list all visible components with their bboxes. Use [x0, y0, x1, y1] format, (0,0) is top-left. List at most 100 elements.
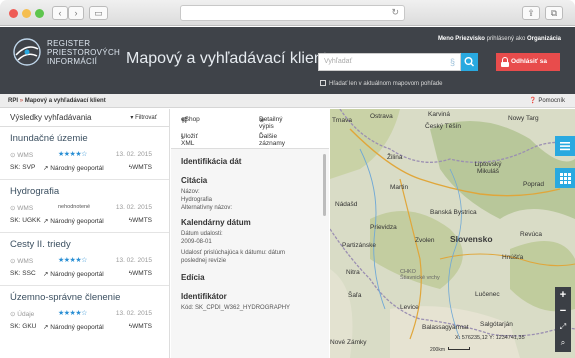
map-label: Nádašd [335, 201, 358, 208]
section-citation: Citácia [181, 176, 208, 185]
map-label: Žilina [387, 154, 403, 161]
checkbox-label: Hľadať len v aktuálnom mapovom pohľade [329, 81, 443, 87]
result-code: SK: SSC [10, 270, 36, 277]
user-info: Meno Priezvisko prihlásený ako Organizác… [438, 36, 561, 42]
result-item[interactable]: Cesty II. triedy ⊙ WMS ★★★★☆ 13. 02. 2015 … [0, 233, 169, 286]
result-item[interactable]: Inundačné územie ⊙ WMS ★★★★☆ 13. 02. 2015 … [0, 127, 169, 180]
geoportal-link[interactable]: ↗ Národný geoportál [43, 217, 104, 225]
checkbox-icon[interactable] [320, 80, 326, 86]
logo-text: REGISTER PRIESTOROVÝCH INFORMÁCIÍ [47, 39, 120, 66]
details-panel: 🛒︎ eShop ⊗ Detailný výpis ⤓ Uložiť XML ·… [171, 109, 329, 358]
filter-button[interactable]: ▾ Filtrovať [130, 109, 157, 127]
event-description: Udalosť prislúchajúca k dátumu: dátum po… [181, 250, 285, 264]
map-label: Prievidza [370, 224, 397, 231]
wmts-link[interactable]: ϟWMTS [129, 164, 152, 171]
logout-button[interactable]: Odhlásiť sa [496, 53, 560, 71]
result-type: WMS [17, 152, 34, 159]
geoportal-link[interactable]: ↗ Národný geoportál [43, 164, 104, 172]
zoom-in-button[interactable]: + [555, 287, 571, 303]
map-coordinates: X: 576235,12 Y: 1234741,35 [455, 335, 525, 341]
result-title[interactable]: Inundačné územie [10, 133, 169, 144]
hamburger-icon [560, 142, 570, 151]
map-label: Zvolen [415, 237, 435, 244]
wmts-link[interactable]: ϟWMTS [129, 323, 152, 330]
map-label: Nové Zámky [330, 339, 367, 346]
wmts-link[interactable]: ϟWMTS [129, 217, 152, 224]
result-date: 13. 02. 2015 [115, 151, 152, 158]
result-item[interactable]: Hydrografia ⊙ WMS nehodnotené 13. 02. 2015… [0, 180, 169, 233]
result-item[interactable]: Územno-správne členenie ⊙ Údaje ★★★★☆ 13. … [0, 286, 169, 339]
map-label: Trnava [332, 117, 352, 124]
breadcrumb-root[interactable]: RPI [8, 98, 18, 104]
fullscreen-icon[interactable]: ⤢ [555, 319, 571, 335]
search-input[interactable]: Vyhľadať § [318, 53, 461, 71]
map-label: CHKO Štiavnické vrchy [400, 269, 440, 281]
search-clear-icon[interactable]: § [450, 57, 455, 67]
result-title[interactable]: Hydrografia [10, 186, 169, 197]
maximize-window-dot[interactable] [35, 9, 44, 18]
scale-bar [448, 347, 471, 350]
forward-icon[interactable]: › [68, 6, 84, 20]
result-type: Údaje [17, 311, 35, 318]
logout-label: Odhlásiť sa [511, 58, 547, 65]
zoom-out-button[interactable]: − [555, 303, 571, 319]
user-name[interactable]: Meno Priezvisko [438, 36, 485, 42]
browser-window: ‹ › ▭ ↻ ⇪ ⧉ REGISTER PRIESTOROVÝCH INFOR… [0, 0, 575, 358]
logo-line-1: REGISTER [47, 39, 91, 48]
result-title[interactable]: Územno-správne členenie [10, 292, 169, 303]
result-code: SK: GKU [10, 323, 37, 330]
map-label: Nowy Targ [508, 115, 539, 122]
results-header: Výsledky vyhľadávania ▾ Filtrovať [0, 109, 169, 127]
rating-stars[interactable]: ★★★★☆ [58, 309, 87, 317]
zoom-search-icon[interactable]: ⌕ [555, 335, 571, 351]
breadcrumb: RPI » Mapový a vyhľadávací klient ❓ Pomo… [0, 94, 575, 108]
rating-stars[interactable]: ★★★★☆ [58, 256, 87, 264]
result-date: 13. 02. 2015 [115, 257, 152, 264]
sidebar-icon[interactable]: ▭ [89, 6, 108, 20]
result-code: SK: SVP [10, 164, 36, 171]
map-label: Salgótarján [480, 321, 513, 328]
back-icon[interactable]: ‹ [52, 6, 68, 20]
browser-toolbar: ‹ › ▭ ↻ ⇪ ⧉ [0, 0, 575, 26]
search-button[interactable] [461, 53, 478, 71]
wmts-link[interactable]: ϟWMTS [129, 270, 152, 277]
results-panel: Výsledky vyhľadávania ▾ Filtrovať Inunda… [0, 109, 170, 358]
breadcrumb-current: Mapový a vyhľadávací klient [24, 98, 106, 104]
event-label: Dátum udalosti: [181, 231, 223, 237]
map-view-checkbox[interactable]: Hľadať len v aktuálnom mapovom pohľade [320, 80, 442, 87]
alt-name-label: Alternatívny názov: [181, 205, 233, 211]
geoportal-link[interactable]: ↗ Národný geoportál [43, 270, 104, 278]
zoom-controls: + − ⤢ ⌕ [555, 287, 571, 352]
rating-stars[interactable]: ★★★★☆ [58, 150, 87, 158]
close-window-dot[interactable] [9, 9, 18, 18]
user-organization[interactable]: Organizácia [527, 36, 561, 42]
logo-line-2: PRIESTOROVÝCH [47, 48, 121, 57]
minimize-window-dot[interactable] [22, 9, 31, 18]
name-value: Hydrografia [181, 197, 213, 203]
grid-button[interactable] [555, 168, 575, 188]
section-calendar: Kalendárny dátum [181, 218, 251, 227]
details-actions: 🛒︎ eShop ⊗ Detailný výpis ⤓ Uložiť XML ·… [171, 109, 329, 149]
result-code: SK: UGKK [10, 217, 41, 224]
event-value: 2009-08-01 [181, 239, 212, 245]
share-icon[interactable]: ⇪ [522, 6, 540, 20]
layers-menu-button[interactable] [555, 136, 575, 156]
result-title[interactable]: Cesty II. triedy [10, 239, 169, 250]
geoportal-link[interactable]: ↗ Národný geoportál [43, 323, 104, 331]
tabs-icon[interactable]: ⧉ [545, 6, 563, 20]
map-label: Levice [400, 304, 419, 311]
details-scrollbar[interactable] [323, 154, 326, 216]
rpi-logo-icon [13, 38, 41, 66]
help-link[interactable]: ❓ Pomocník [529, 94, 565, 108]
address-bar[interactable]: ↻ [180, 5, 405, 21]
map-label: Liptovský Mikuláš [474, 161, 502, 175]
search-icon [464, 56, 475, 67]
map-label: Ostrava [370, 113, 393, 120]
reload-icon[interactable]: ↻ [391, 7, 399, 18]
user-info-text: prihlásený ako [484, 36, 527, 42]
result-type: WMS [17, 205, 34, 212]
map-view[interactable]: Ostrava Český Těšín Nowy Targ Karviná Ži… [330, 109, 575, 358]
map-label-country: Slovensko [450, 234, 493, 244]
grid-icon [560, 173, 571, 184]
result-date: 13. 02. 2015 [115, 310, 152, 317]
